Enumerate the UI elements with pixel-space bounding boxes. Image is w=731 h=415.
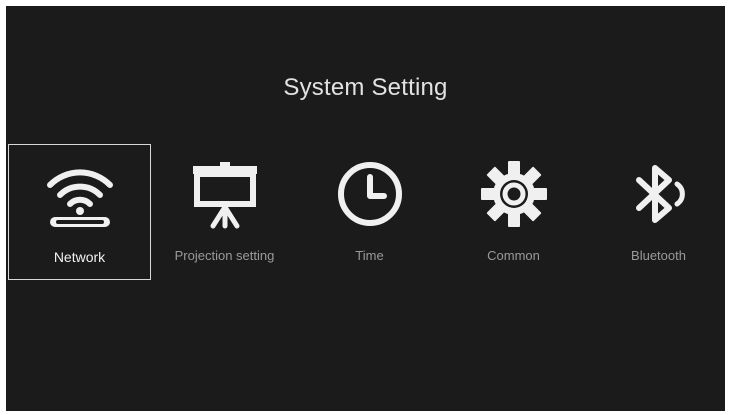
wifi-router-icon — [46, 169, 113, 227]
menu-item-common[interactable]: Common — [451, 144, 576, 280]
settings-screen: System Setting Network Projection settin… — [6, 6, 725, 411]
menu-item-label: Network — [53, 249, 106, 265]
menu-item-time[interactable]: Time — [307, 144, 432, 280]
menu-item-network[interactable]: Network — [8, 144, 151, 280]
menu-item-projection-setting[interactable]: Projection setting — [162, 144, 287, 280]
menu-item-label: Common — [487, 248, 540, 263]
menu-item-bluetooth[interactable]: Bluetooth — [596, 144, 721, 280]
page-title: System Setting — [283, 74, 448, 101]
bluetooth-icon — [635, 165, 685, 223]
settings-menu: Network Projection setting Time Common B… — [6, 144, 725, 280]
menu-item-label: Time — [355, 248, 384, 263]
clock-icon — [337, 162, 402, 226]
gear-icon — [480, 161, 547, 227]
menu-item-label: Bluetooth — [631, 248, 686, 263]
menu-item-label: Projection setting — [174, 248, 275, 263]
projector-screen-icon — [192, 162, 257, 229]
